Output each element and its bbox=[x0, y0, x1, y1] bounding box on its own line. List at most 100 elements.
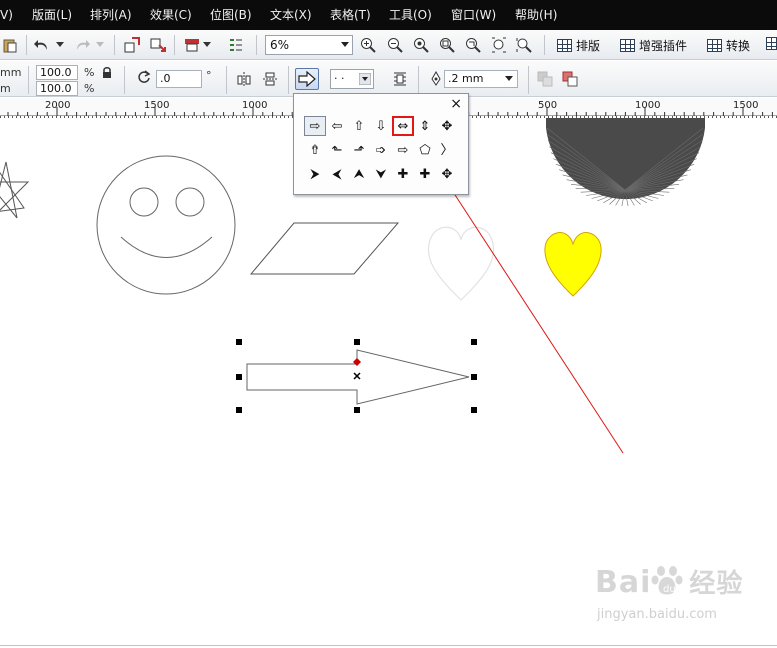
menu-bitmaps[interactable]: 位图(B) bbox=[210, 8, 252, 22]
wrap-text-icon[interactable] bbox=[390, 69, 410, 89]
arrow-up-down-icon[interactable]: ⇕ bbox=[414, 116, 436, 136]
textured-semicircle-shape[interactable] bbox=[546, 118, 705, 206]
publish-pdf-icon[interactable] bbox=[182, 35, 202, 55]
line-style-combo[interactable]: · · bbox=[330, 69, 374, 89]
property-bar bbox=[0, 61, 777, 97]
arrow-up-icon[interactable]: ⇧ bbox=[348, 116, 370, 136]
rotation-angle-input[interactable]: .0 bbox=[156, 70, 202, 88]
parallelogram-shape[interactable] bbox=[249, 222, 400, 275]
chevron-down-icon bbox=[505, 76, 513, 81]
pentagon-arrow-icon[interactable]: ⬠ bbox=[414, 140, 436, 160]
status-divider bbox=[0, 645, 777, 646]
arrow-left-icon[interactable]: ⇦ bbox=[326, 116, 348, 136]
star-shape[interactable] bbox=[0, 161, 30, 219]
arrow-shapes-flyout-button[interactable] bbox=[295, 68, 319, 90]
plugins-button[interactable]: 增强插件 bbox=[620, 37, 687, 54]
watermark-url: jingyan.baidu.com bbox=[597, 607, 717, 622]
heart-outline-shape[interactable] bbox=[427, 226, 495, 301]
paste-icon[interactable] bbox=[0, 35, 20, 55]
arrow-left-right-icon[interactable]: ⇔ bbox=[392, 116, 414, 136]
menu-help[interactable]: 帮助(H) bbox=[515, 8, 557, 22]
watermark-brand-cn: 经验 bbox=[689, 569, 744, 599]
overflow-button[interactable] bbox=[766, 37, 777, 50]
menu-arrange[interactable]: 排列(A) bbox=[90, 8, 132, 22]
grid-icon bbox=[620, 39, 635, 52]
baidu-watermark: Bai du 经验 jingyan.baidu.com bbox=[595, 563, 744, 622]
menu-tools[interactable]: 工具(O) bbox=[389, 8, 432, 22]
mirror-horizontal-icon[interactable] bbox=[234, 69, 254, 89]
separator bbox=[28, 66, 29, 94]
scale-x-input[interactable]: 100.0 bbox=[36, 65, 78, 80]
menu-effects[interactable]: 效果(C) bbox=[150, 8, 192, 22]
flyout-row: ⇮ ⬑ ⬏ ➩ ⇨ ⬠ 〉 bbox=[304, 140, 458, 160]
callout-right-icon[interactable]: ⮞ bbox=[304, 164, 326, 184]
close-icon[interactable]: × bbox=[450, 96, 462, 112]
outline-width-value: .2 mm bbox=[448, 72, 484, 85]
arrow-left-up-icon[interactable]: ⇮ bbox=[304, 140, 326, 160]
chevron-arrow-icon[interactable]: 〉 bbox=[436, 140, 458, 160]
application-launcher-icon[interactable] bbox=[226, 35, 246, 55]
zoom-level-combo[interactable]: 6% bbox=[265, 35, 353, 55]
layout-button[interactable]: 排版 bbox=[557, 37, 600, 54]
menu-window[interactable]: 窗口(W) bbox=[451, 8, 496, 22]
convert-label: 转换 bbox=[726, 39, 751, 53]
menu-bar: V) 版面(L) 排列(A) 效果(C) 位图(B) 文本(X) 表格(T) 工… bbox=[0, 0, 777, 30]
redo-icon[interactable] bbox=[72, 35, 92, 55]
callout-four-way-icon[interactable]: ✥ bbox=[436, 164, 458, 184]
mirror-vertical-icon[interactable] bbox=[260, 69, 280, 89]
callout-left-icon[interactable]: ⮜ bbox=[326, 164, 348, 184]
arrow-shapes-flyout: × ⇨ ⇦ ⇧ ⇩ ⇔ ⇕ ✥ ⇮ ⬑ ⬏ ➩ ⇨ ⬠ 〉 ⮞ ⮜ ⮝ ⮟ ✚ ✚ ✥ bbox=[293, 93, 469, 195]
to-front-icon[interactable] bbox=[535, 69, 555, 89]
callout-up-icon[interactable]: ⮝ bbox=[348, 164, 370, 184]
separator bbox=[418, 66, 419, 94]
chevron-down-icon[interactable] bbox=[341, 42, 349, 47]
separator bbox=[174, 35, 175, 55]
redo-dropdown-icon[interactable] bbox=[94, 35, 106, 55]
arrow-notched-right-icon[interactable]: ⇨ bbox=[392, 140, 414, 160]
outline-pen-icon bbox=[426, 69, 446, 89]
zoom-to-height-icon[interactable] bbox=[514, 35, 534, 55]
convert-button[interactable]: 转换 bbox=[707, 37, 750, 54]
callout-down-icon[interactable]: ⮟ bbox=[370, 164, 392, 184]
arrow-bend-up-left-icon[interactable]: ⬑ bbox=[326, 140, 348, 160]
zoom-to-width-icon[interactable] bbox=[489, 35, 509, 55]
lock-ratio-icon[interactable] bbox=[100, 66, 114, 80]
separator bbox=[114, 35, 115, 55]
width-unit: mm bbox=[0, 66, 22, 79]
menu-layout[interactable]: 版面(L) bbox=[32, 8, 72, 22]
import-icon[interactable] bbox=[122, 35, 142, 55]
menu-view[interactable]: V) bbox=[0, 8, 13, 22]
flyout-row: ⮞ ⮜ ⮝ ⮟ ✚ ✚ ✥ bbox=[304, 164, 458, 184]
menu-table[interactable]: 表格(T) bbox=[330, 8, 371, 22]
line-style-value: · · bbox=[334, 72, 345, 85]
flyout-row: ⇨ ⇦ ⇧ ⇩ ⇔ ⇕ ✥ bbox=[304, 116, 458, 136]
arrow-bend-up-icon[interactable]: ⬏ bbox=[348, 140, 370, 160]
to-back-icon[interactable] bbox=[560, 69, 580, 89]
smiley-face-shape[interactable] bbox=[96, 155, 236, 295]
export-icon[interactable] bbox=[148, 35, 168, 55]
zoom-to-selected-icon[interactable] bbox=[411, 35, 431, 55]
ruler-label: 1000 bbox=[635, 100, 661, 111]
scale-y-input[interactable]: 100.0 bbox=[36, 81, 78, 96]
separator bbox=[528, 66, 529, 94]
arrow-striped-right-icon[interactable]: ➩ bbox=[370, 140, 392, 160]
zoom-out-icon[interactable] bbox=[385, 35, 405, 55]
undo-icon[interactable] bbox=[32, 35, 52, 55]
percent-label: % bbox=[84, 82, 95, 95]
arrow-down-icon[interactable]: ⇩ bbox=[370, 116, 392, 136]
arrow-four-way-icon[interactable]: ✥ bbox=[436, 116, 458, 136]
undo-dropdown-icon[interactable] bbox=[54, 35, 66, 55]
zoom-to-all-icon[interactable] bbox=[437, 35, 457, 55]
publish-dropdown-icon[interactable] bbox=[202, 35, 212, 55]
menu-text[interactable]: 文本(X) bbox=[270, 8, 312, 22]
arrow-right-icon[interactable]: ⇨ bbox=[304, 116, 326, 136]
ruler-label: 1500 bbox=[144, 100, 170, 111]
callout-up-down-icon[interactable]: ✚ bbox=[414, 164, 436, 184]
zoom-to-page-icon[interactable] bbox=[463, 35, 483, 55]
outline-width-combo[interactable]: .2 mm bbox=[444, 70, 518, 88]
heart-shape[interactable] bbox=[544, 232, 602, 297]
rotate-icon bbox=[136, 69, 152, 85]
ruler-label: 1000 bbox=[242, 100, 268, 111]
zoom-in-icon[interactable] bbox=[358, 35, 378, 55]
callout-left-right-icon[interactable]: ✚ bbox=[392, 164, 414, 184]
